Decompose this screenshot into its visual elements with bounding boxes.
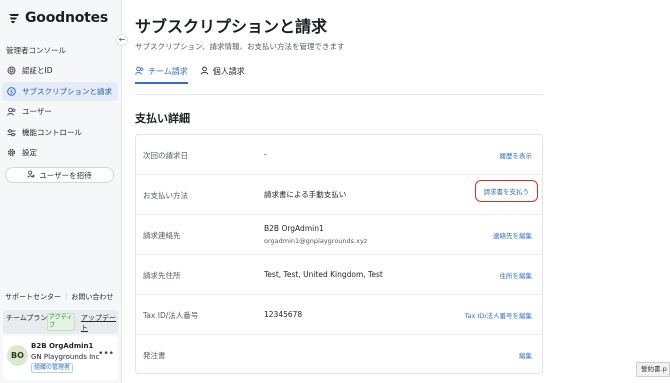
profile-role-badge: 組織の管理者: [31, 363, 74, 373]
sidebar-nav: 認証とID $ サブスクリプションと請求 ユーザー 機能コントロール 設定: [2, 61, 118, 164]
table-row: 次回の請求日 - 履歴を表示: [136, 135, 542, 175]
gear-icon: [7, 148, 16, 157]
row-label: 次回の請求日: [143, 151, 188, 160]
sidebar-item-auth[interactable]: 認証とID: [2, 61, 118, 80]
tab-label: 個人請求: [212, 67, 245, 76]
tab-team-billing[interactable]: チーム請求: [135, 62, 188, 84]
more-options-icon[interactable]: •••: [98, 349, 114, 359]
table-row: 発注書 編集: [136, 335, 542, 375]
page-subtitle: サブスクリプション、請求情報、お支払い方法を管理できます: [135, 42, 345, 51]
sidebar-item-label: 認証とID: [22, 66, 53, 75]
sidebar-item-label: 機能コントロール: [22, 127, 82, 137]
row-value: -: [264, 150, 267, 159]
row-value-secondary: orgadmin1@gnplaygrounds.xyz: [264, 237, 368, 245]
tab-label: チーム請求: [148, 67, 188, 76]
edit-purchase-order-link[interactable]: 編集: [519, 350, 532, 360]
fingerprint-icon: [7, 66, 16, 75]
row-value: 請求書による手動支払い: [264, 190, 347, 199]
person-icon: [200, 66, 209, 77]
payment-section-title: 支払い詳細: [135, 112, 190, 125]
table-row: お支払い方法 請求書による手動支払い 請求書を支払う: [136, 175, 542, 215]
row-value: 12345678: [264, 310, 303, 319]
payment-details-card: 次回の請求日 - 履歴を表示 お支払い方法 請求書による手動支払い 請求書を支払…: [135, 134, 543, 374]
file-tooltip: 誓約書.p: [636, 362, 670, 377]
main-content: サブスクリプションと請求 サブスクリプション、請求情報、お支払い方法を管理できま…: [122, 0, 670, 383]
sidebar-item-label: サブスクリプションと請求: [22, 86, 112, 96]
tab-personal-billing[interactable]: 個人請求: [200, 62, 245, 84]
section-divider: [135, 94, 543, 95]
table-row: 請求先住所 Test, Test, United Kingdom, Test 住…: [136, 255, 542, 295]
row-label: 請求連絡先: [143, 231, 181, 240]
view-history-link[interactable]: 履歴を表示: [500, 150, 533, 160]
plan-update-link[interactable]: アップデート: [81, 313, 118, 333]
plan-status-badge: アクティブ: [47, 313, 75, 331]
row-value: Test, Test, United Kingdom, Test: [264, 270, 383, 279]
edit-tax-id-link[interactable]: Tax ID/法人番号を編集: [465, 310, 532, 320]
pay-invoice-button[interactable]: 請求書を支払う: [474, 180, 538, 202]
row-label: 請求先住所: [143, 271, 181, 280]
support-center-link[interactable]: サポートセンター: [5, 292, 61, 302]
team-icon: [135, 66, 144, 77]
brand-name: Goodnotes: [25, 10, 109, 26]
row-value: B2B OrgAdmin1: [264, 224, 324, 233]
invite-user-label: ユーザーを招待: [39, 170, 92, 180]
table-row: Tax ID/法人番号 12345678 Tax ID/法人番号を編集: [136, 295, 542, 335]
billing-tabs: チーム請求 個人請求: [135, 62, 245, 84]
profile-org: GN Playgrounds Inc: [31, 353, 100, 361]
sidebar-item-label: 設定: [22, 148, 37, 157]
collapse-sidebar-button[interactable]: ←: [116, 34, 128, 46]
brand-logo[interactable]: Goodnotes: [8, 10, 108, 26]
row-label: Tax ID/法人番号: [143, 311, 199, 320]
sidebar-item-settings[interactable]: 設定: [2, 143, 118, 162]
plan-card: チームプラン アクティブ アップデート: [3, 310, 118, 334]
table-row: 請求連絡先 B2B OrgAdmin1 orgadmin1@gnplaygrou…: [136, 215, 542, 255]
plan-label: チームプラン: [6, 314, 48, 322]
edit-contact-link[interactable]: 連絡先を編集: [493, 230, 532, 240]
dollar-circle-icon: $: [7, 86, 16, 96]
sidebar: Goodnotes 管理者コンソール 認証とID $ サブスクリプションと請求 …: [0, 0, 122, 383]
users-icon: [7, 107, 16, 116]
row-label: お支払い方法: [143, 191, 188, 200]
invite-user-button[interactable]: ユーザーを招待: [5, 167, 114, 183]
page-title: サブスクリプションと請求: [135, 17, 328, 36]
profile-name: B2B OrgAdmin1: [31, 342, 94, 350]
profile-card[interactable]: BO B2B OrgAdmin1 GN Playgrounds Inc 組織の管…: [3, 336, 118, 380]
contact-link[interactable]: お問い合わせ: [71, 292, 113, 302]
sidebar-item-label: ユーザー: [22, 107, 52, 116]
svg-text:$: $: [10, 89, 14, 95]
support-links: サポートセンター | お問い合わせ: [5, 292, 113, 302]
sidebar-item-feature-control[interactable]: 機能コントロール: [2, 123, 118, 142]
row-label: 発注書: [143, 351, 166, 360]
sidebar-item-users[interactable]: ユーザー: [2, 102, 118, 121]
link-separator: |: [65, 292, 68, 300]
edit-address-link[interactable]: 住所を編集: [500, 270, 533, 280]
goodnotes-logo-icon: [8, 12, 20, 24]
sidebar-section-title: 管理者コンソール: [6, 46, 66, 55]
arrow-left-icon: ←: [118, 35, 126, 44]
add-user-icon: [27, 170, 36, 180]
toggle-icon: [7, 128, 16, 137]
avatar: BO: [7, 345, 28, 366]
sidebar-item-subscription[interactable]: $ サブスクリプションと請求: [2, 81, 118, 101]
